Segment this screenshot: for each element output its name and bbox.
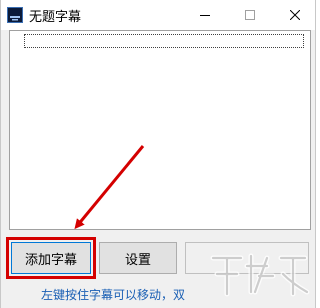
status-text: 左键按住字幕可以移动，双 [41, 288, 186, 302]
close-button[interactable] [272, 0, 315, 30]
close-icon [289, 10, 300, 20]
app-icon [7, 7, 23, 23]
minimize-button[interactable] [182, 0, 227, 30]
third-button[interactable] [185, 242, 309, 274]
maximize-button[interactable] [227, 0, 272, 30]
app-window: 无题字幕 添加字幕 设置 左键按住字幕可以移动，双 [0, 0, 316, 308]
add-subtitle-button[interactable]: 添加字幕 [11, 242, 91, 274]
window-title: 无题字幕 [29, 10, 82, 25]
list-item[interactable] [24, 34, 304, 48]
minimize-icon [199, 15, 210, 16]
maximize-icon [244, 10, 255, 20]
settings-button[interactable]: 设置 [99, 242, 177, 274]
title-bar[interactable]: 无题字幕 [1, 0, 315, 30]
subtitle-list[interactable] [9, 30, 311, 230]
status-bar: 左键按住字幕可以移动，双 [1, 283, 315, 308]
